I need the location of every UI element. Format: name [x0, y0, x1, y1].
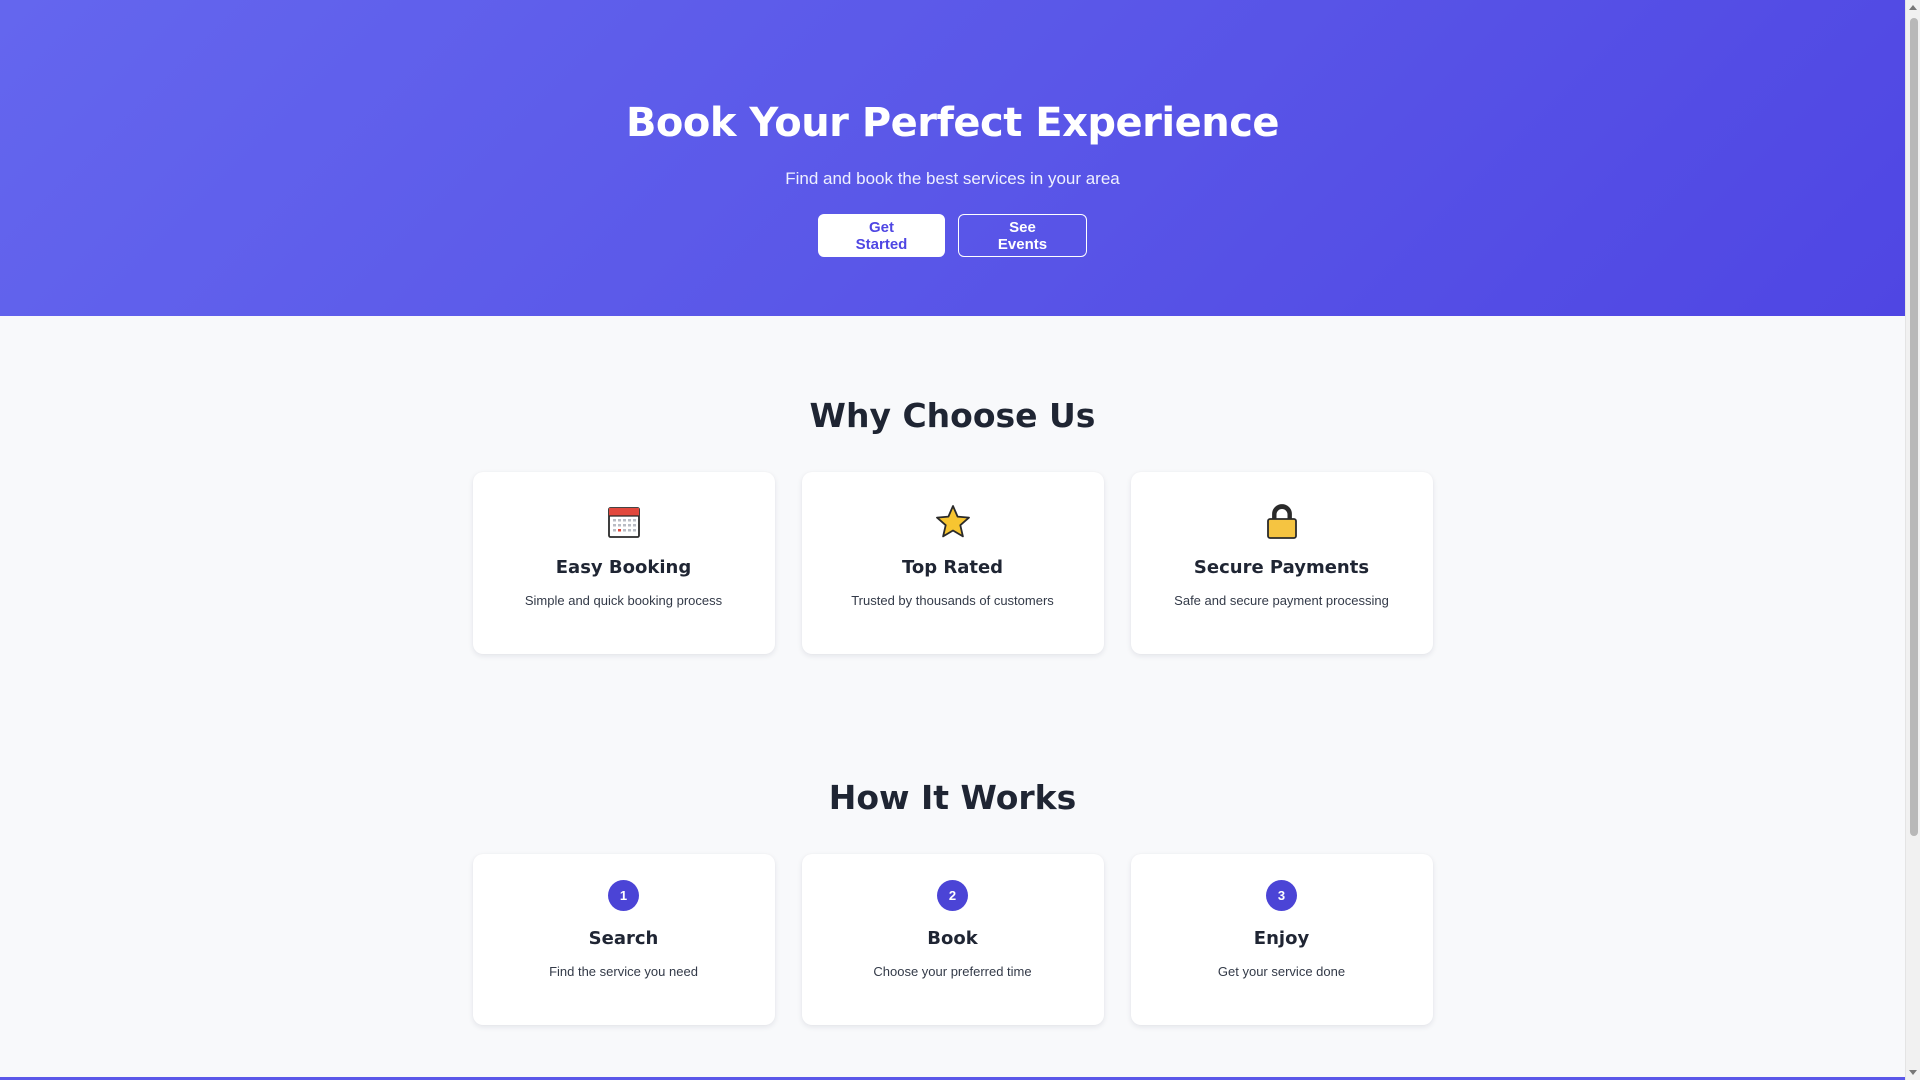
step-title: Book [927, 928, 978, 949]
step-card-enjoy: 3 Enjoy Get your service done [1130, 854, 1433, 1025]
see-events-button[interactable]: See Events [958, 214, 1087, 257]
step-cards: 1 Search Find the service you need 2 Boo… [472, 854, 1433, 1025]
step-card-book: 2 Book Choose your preferred time [801, 854, 1104, 1025]
page-scrollbar[interactable] [1905, 0, 1920, 1080]
hero-section: Book Your Perfect Experience Find and bo… [0, 0, 1905, 316]
feature-description: Simple and quick booking process [524, 593, 723, 608]
why-section-title: Why Choose Us [809, 396, 1096, 435]
how-section-title: How It Works [828, 778, 1077, 817]
feature-cards: Easy Booking Simple and quick booking pr… [472, 472, 1433, 654]
step-description: Find the service you need [549, 964, 698, 979]
step-number-badge: 3 [1266, 880, 1297, 911]
hero-title: Book Your Perfect Experience [625, 100, 1280, 146]
scrollbar-thumb[interactable] [1910, 18, 1918, 836]
step-title: Enjoy [1253, 928, 1310, 949]
feature-title: Top Rated [901, 557, 1004, 578]
calendar-icon [604, 502, 644, 542]
hero-subtitle: Find and book the best services in your … [785, 169, 1120, 188]
step-title: Search [588, 928, 659, 949]
scroll-up-arrow-icon[interactable] [1909, 5, 1917, 10]
feature-title: Secure Payments [1193, 557, 1370, 578]
feature-card-easy-booking: Easy Booking Simple and quick booking pr… [472, 472, 775, 654]
how-it-works-section: How It Works 1 Search Find the service y… [0, 654, 1905, 1025]
step-number-badge: 1 [608, 880, 639, 911]
step-number-badge: 2 [937, 880, 968, 911]
star-icon [933, 502, 973, 542]
hero-actions: Get Started See Events [818, 214, 1087, 257]
feature-description: Safe and secure payment processing [1174, 593, 1389, 608]
step-description: Get your service done [1217, 964, 1346, 979]
feature-description: Trusted by thousands of customers [851, 593, 1054, 608]
feature-card-secure-payments: Secure Payments Safe and secure payment … [1130, 472, 1433, 654]
feature-title: Easy Booking [555, 557, 692, 578]
step-description: Choose your preferred time [873, 964, 1032, 979]
landing-page: Book Your Perfect Experience Find and bo… [0, 0, 1905, 1080]
why-choose-us-section: Why Choose Us Easy Booking Simple and qu… [0, 316, 1905, 654]
step-card-search: 1 Search Find the service you need [472, 854, 775, 1025]
scroll-down-arrow-icon[interactable] [1909, 1070, 1917, 1075]
lock-icon [1262, 502, 1302, 542]
feature-card-top-rated: Top Rated Trusted by thousands of custom… [801, 472, 1104, 654]
get-started-button[interactable]: Get Started [818, 214, 945, 257]
